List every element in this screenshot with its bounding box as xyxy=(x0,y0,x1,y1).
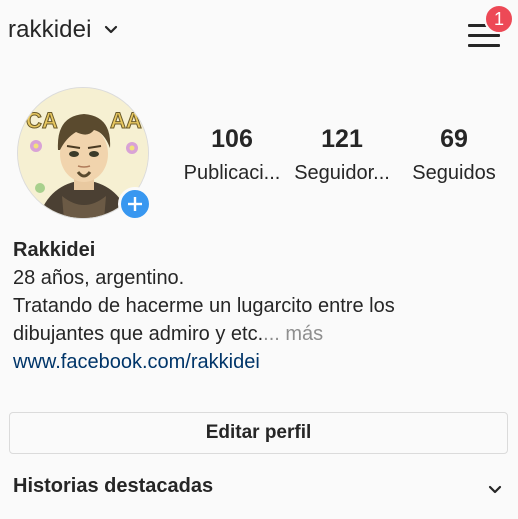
followers-label: Seguidor... xyxy=(294,162,390,184)
plus-icon xyxy=(128,197,142,211)
followers-count: 121 xyxy=(321,125,363,153)
website-link[interactable]: www.facebook.com/rakkidei xyxy=(13,351,260,373)
menu-line xyxy=(468,44,500,47)
bio-line-with-more: dibujantes que admiro y etc.... más xyxy=(13,320,505,348)
svg-text:AA: AA xyxy=(110,108,142,133)
top-bar: rakkidei 1 xyxy=(0,0,518,70)
profile-bio: Rakkidei 28 años, argentino. Tratando de… xyxy=(13,236,505,376)
story-highlights-toggle[interactable]: Historias destacadas xyxy=(0,470,518,510)
add-story-button[interactable] xyxy=(118,187,152,221)
account-switcher[interactable]: rakkidei xyxy=(8,16,118,44)
highlights-title: Historias destacadas xyxy=(13,475,214,497)
posts-count: 106 xyxy=(211,125,253,153)
posts-label: Publicaci... xyxy=(183,162,281,184)
profile-avatar-container[interactable]: CA AA xyxy=(17,87,152,221)
bio-line: 28 años, argentino. xyxy=(13,267,185,289)
bio-line: Tratando de hacerme un lugarcito entre l… xyxy=(13,295,395,317)
bio-line: dibujantes que admiro y etc. xyxy=(13,323,264,345)
stat-posts[interactable]: 106 Publicaci... xyxy=(180,124,284,187)
chevron-down-icon xyxy=(104,22,118,40)
chevron-down-icon xyxy=(488,482,502,500)
stat-followers[interactable]: 121 Seguidor... xyxy=(290,124,394,187)
more-link[interactable]: ... más xyxy=(263,323,323,345)
menu-line xyxy=(468,34,500,37)
edit-profile-button[interactable]: Editar perfil xyxy=(9,412,508,454)
svg-text:CA: CA xyxy=(26,108,58,133)
notification-badge[interactable]: 1 xyxy=(484,4,514,34)
following-count: 69 xyxy=(440,125,468,153)
username-label: rakkidei xyxy=(8,16,92,43)
following-label: Seguidos xyxy=(412,162,496,184)
stat-following[interactable]: 69 Seguidos xyxy=(404,124,504,187)
display-name: Rakkidei xyxy=(13,239,96,261)
